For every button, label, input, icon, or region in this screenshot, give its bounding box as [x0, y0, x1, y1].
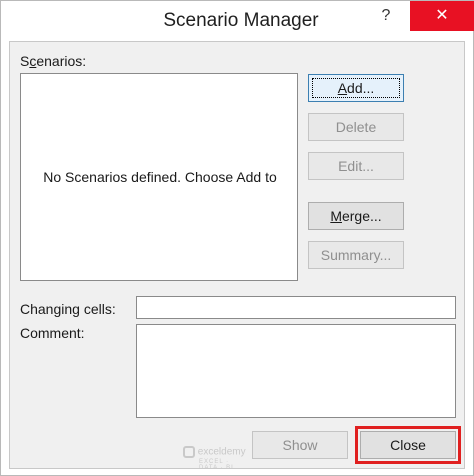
add-button[interactable]: Add...	[308, 74, 404, 102]
comment-field[interactable]	[136, 324, 456, 418]
window-close-icon[interactable]: ✕	[410, 1, 474, 31]
title-bar: Scenario Manager ? ✕	[1, 1, 474, 41]
dialog-body: Scenarios: No Scenarios defined. Choose …	[9, 41, 465, 471]
show-button[interactable]: Show	[252, 431, 348, 459]
dialog-title: Scenario Manager	[163, 10, 319, 31]
exceldemy-logo-icon	[183, 446, 195, 458]
summary-button[interactable]: Summary...	[308, 241, 404, 269]
empty-scenarios-message: No Scenarios defined. Choose Add to	[43, 169, 277, 185]
changing-cells-field[interactable]	[136, 296, 456, 319]
changing-cells-label: Changing cells:	[20, 301, 116, 317]
scenarios-list[interactable]: No Scenarios defined. Choose Add to	[20, 73, 298, 281]
close-button-highlight	[355, 426, 461, 464]
comment-label: Comment:	[20, 325, 85, 341]
watermark-tagline: EXCEL · DATA · BI	[199, 459, 234, 471]
scenarios-label: Scenarios:	[20, 53, 87, 69]
exceldemy-watermark: exceldemy EXCEL · DATA · BI	[183, 446, 246, 471]
scenario-manager-dialog: Scenario Manager ? ✕ Scenarios: No Scena…	[0, 0, 474, 476]
focus-ring	[312, 78, 400, 98]
edit-button[interactable]: Edit...	[308, 152, 404, 180]
merge-button[interactable]: Merge...	[308, 202, 404, 230]
delete-button[interactable]: Delete	[308, 113, 404, 141]
help-icon[interactable]: ?	[373, 3, 399, 29]
